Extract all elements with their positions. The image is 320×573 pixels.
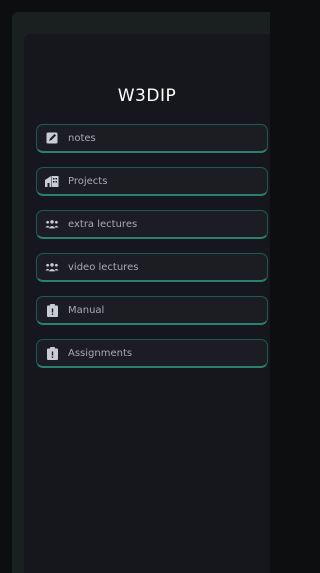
note-icon bbox=[45, 131, 59, 145]
app-title: W3DIP bbox=[117, 86, 177, 106]
sidebar-item-notes[interactable]: notes bbox=[36, 124, 268, 153]
sidebar-item-label: Manual bbox=[68, 304, 105, 316]
sidebar-item-label: Assignments bbox=[68, 347, 133, 359]
sidebar-item-projects[interactable]: Projects bbox=[36, 167, 268, 196]
sidebar-item-label: Projects bbox=[68, 175, 108, 187]
group-icon bbox=[45, 217, 59, 231]
sidebar-item-label: extra lectures bbox=[68, 218, 138, 230]
sidebar-item-video-lectures[interactable]: video lectures bbox=[36, 253, 268, 282]
clipboard-icon bbox=[45, 303, 59, 317]
sidebar-menu: notes Projects extra lectures video lect… bbox=[36, 124, 268, 382]
sidebar-item-assignments[interactable]: Assignments bbox=[36, 339, 268, 368]
building-icon bbox=[45, 174, 59, 188]
sidebar-item-label: notes bbox=[68, 132, 96, 144]
sidebar-item-manual[interactable]: Manual bbox=[36, 296, 268, 325]
group-icon bbox=[45, 260, 59, 274]
sidebar-item-extra-lectures[interactable]: extra lectures bbox=[36, 210, 268, 239]
clipboard-icon bbox=[45, 346, 59, 360]
sidebar-item-label: video lectures bbox=[68, 261, 139, 273]
